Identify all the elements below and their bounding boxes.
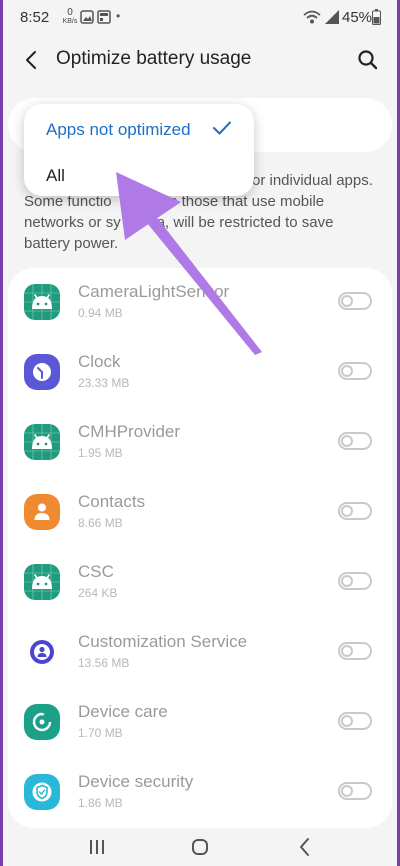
- list-item[interactable]: CSC 264 KB: [8, 548, 392, 618]
- app-name: CMHProvider: [78, 422, 181, 441]
- filter-dropdown-menu: Apps not optimized All: [24, 104, 254, 196]
- app-size: 13.56 MB: [78, 656, 130, 670]
- app-name: Contacts: [78, 492, 146, 511]
- navigation-bar: [0, 828, 400, 866]
- optimize-toggle[interactable]: [338, 782, 372, 800]
- app-size: 264 KB: [78, 586, 118, 600]
- list-item[interactable]: CMHProvider 1.95 MB: [8, 408, 392, 478]
- recent-apps-icon[interactable]: [84, 834, 110, 860]
- app-size: 1.95 MB: [78, 446, 123, 460]
- clock-icon: [24, 354, 60, 390]
- android-icon: [24, 284, 60, 320]
- gallery-notification-icon: [80, 10, 94, 24]
- optimize-toggle[interactable]: [338, 572, 372, 590]
- app-size: 0.94 MB: [78, 306, 123, 320]
- signal-icon: [325, 10, 339, 24]
- network-speed-value: 0: [67, 7, 73, 18]
- home-icon[interactable]: [187, 834, 213, 860]
- network-speed: 0 KB/s: [62, 8, 78, 26]
- optimize-toggle[interactable]: [338, 712, 372, 730]
- description-line-4: battery power.: [24, 235, 119, 252]
- news-notification-icon: [97, 10, 111, 24]
- optimize-toggle[interactable]: [338, 502, 372, 520]
- list-item[interactable]: CameraLightSensor 0.94 MB: [8, 268, 392, 338]
- app-list: CameraLightSensor 0.94 MB Clock 23.33 MB…: [8, 268, 392, 828]
- customization-icon: [24, 634, 60, 670]
- more-notifications-dot: •: [116, 9, 121, 23]
- network-speed-unit: KB/s: [62, 18, 78, 25]
- app-size: 1.86 MB: [78, 796, 123, 810]
- page-title: Optimize battery usage: [56, 48, 252, 69]
- battery-icon: [372, 9, 381, 25]
- android-icon: [24, 424, 60, 460]
- app-size: 23.33 MB: [78, 376, 130, 390]
- option-label: Apps not optimized: [46, 120, 191, 139]
- battery-percent: 45%: [342, 9, 373, 26]
- search-icon[interactable]: [356, 48, 380, 72]
- wifi-icon: [303, 10, 321, 24]
- app-name: Device care: [78, 702, 168, 721]
- app-size: 8.66 MB: [78, 516, 123, 530]
- list-item[interactable]: Clock 23.33 MB: [8, 338, 392, 408]
- optimize-toggle[interactable]: [338, 292, 372, 310]
- description-line-3a: networks or sy: [24, 214, 121, 231]
- back-arrow-icon[interactable]: [20, 48, 44, 72]
- option-apps-not-optimized[interactable]: Apps not optimized: [24, 106, 254, 152]
- checkmark-icon: [213, 121, 231, 135]
- app-name: Device security: [78, 772, 194, 791]
- optimize-toggle[interactable]: [338, 642, 372, 660]
- app-name: Customization Service: [78, 632, 248, 651]
- option-label: All: [46, 166, 65, 185]
- android-icon: [24, 564, 60, 600]
- status-bar: 8:52 0 KB/s • 45%: [0, 0, 400, 34]
- app-name: CameraLightSensor: [78, 282, 230, 301]
- app-header: Optimize battery usage: [0, 34, 400, 86]
- description-line-3: networks or sy a, will be restricted to s…: [24, 212, 380, 233]
- device-security-icon: [24, 774, 60, 810]
- option-all[interactable]: All: [24, 152, 254, 198]
- description-line-3b: a, will be restricted to save: [156, 214, 334, 231]
- app-name: Clock: [78, 352, 121, 371]
- back-icon[interactable]: [292, 834, 318, 860]
- optimize-toggle[interactable]: [338, 432, 372, 450]
- app-size: 1.70 MB: [78, 726, 123, 740]
- status-time: 8:52: [20, 9, 50, 26]
- list-item[interactable]: Device care 1.70 MB: [8, 688, 392, 758]
- device-care-icon: [24, 704, 60, 740]
- list-item[interactable]: Customization Service 13.56 MB: [8, 618, 392, 688]
- contacts-icon: [24, 494, 60, 530]
- list-item[interactable]: Device security 1.86 MB: [8, 758, 392, 828]
- list-item[interactable]: Contacts 8.66 MB: [8, 478, 392, 548]
- app-name: CSC: [78, 562, 114, 581]
- optimize-toggle[interactable]: [338, 362, 372, 380]
